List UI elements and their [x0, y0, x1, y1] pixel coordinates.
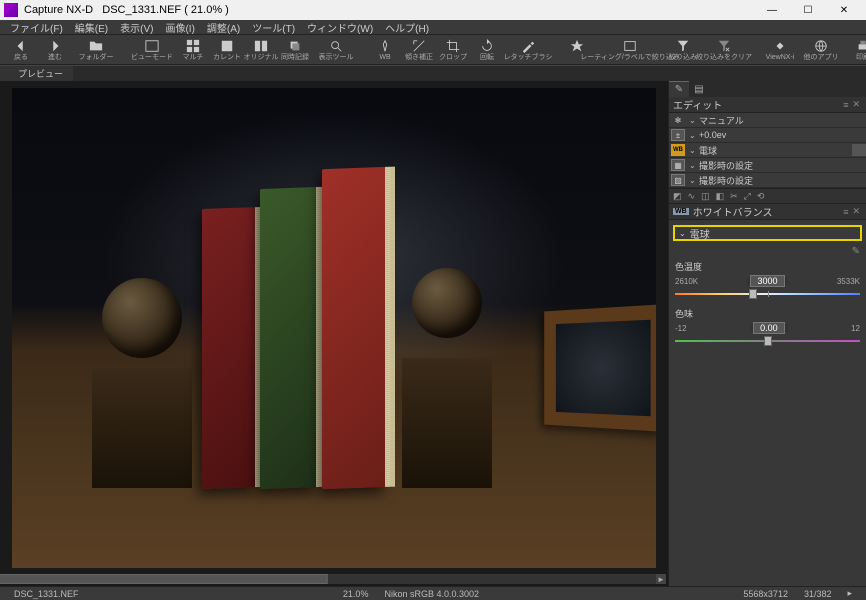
exposure-icon: ± [671, 129, 685, 141]
menu-image[interactable]: 画像(I) [159, 20, 200, 34]
temp-min: 2610K [675, 277, 698, 286]
scroll-thumb[interactable] [0, 574, 327, 584]
temp-value-input[interactable]: 3000 [750, 275, 784, 287]
toolbar: 戻る 進む フォルダー ビューモード マルチ カレント オリジナル 同時記録 表… [0, 35, 866, 65]
original-button[interactable]: オリジナル [244, 36, 278, 64]
rotate-button[interactable]: 回転 [470, 36, 504, 64]
levels-icon[interactable]: ◫ [701, 191, 710, 202]
menu-window[interactable]: ウィンドウ(W) [301, 20, 379, 34]
minimize-button[interactable]: — [754, 0, 790, 20]
horizontal-scrollbar[interactable]: ◄ ► [2, 574, 666, 584]
multi-button[interactable]: マルチ [176, 36, 210, 64]
back-button[interactable]: 戻る [4, 36, 38, 64]
forward-button[interactable]: 進む [38, 36, 72, 64]
wb-panel-menu-icon[interactable]: ≡ [841, 207, 850, 217]
color-temp-group: 色温度 2610K 3000 3533K [669, 260, 866, 307]
image-canvas[interactable] [12, 88, 656, 568]
menu-file[interactable]: ファイル(F) [4, 20, 69, 34]
status-zoom: 21.0% [335, 589, 377, 599]
wb-panel-close-icon[interactable]: ✕ [850, 206, 862, 217]
tint-slider[interactable] [675, 336, 860, 346]
tint-value-input[interactable]: 0.00 [753, 322, 785, 334]
tint-group: 色味 -12 0.00 12 [669, 307, 866, 354]
rating-filter-button[interactable]: レーティング/ラベルで絞り込み [594, 36, 666, 64]
window-title: Capture NX-D DSC_1331.NEF ( 21.0% ) [24, 4, 754, 16]
tint-max: 12 [851, 324, 860, 333]
tint-label: 色味 [675, 307, 860, 320]
status-profile: Nikon sRGB 4.0.0.3002 [376, 589, 487, 599]
wb-preset-dropdown[interactable]: ⌄ 電球 [673, 225, 862, 241]
app-icon [4, 3, 18, 17]
preview-tab[interactable]: プレビュー [8, 66, 73, 81]
display-tool-button[interactable]: 表示ツール [312, 36, 360, 64]
menubar: ファイル(F) 編集(E) 表示(V) 画像(I) 調整(A) ツール(T) ウ… [0, 20, 866, 35]
menu-adjust[interactable]: 調整(A) [201, 20, 246, 34]
tone-icon[interactable]: ◩ [673, 191, 682, 202]
clear-filter-button[interactable]: 絞り込みをクリア [700, 36, 748, 64]
edit-row-shot2[interactable]: ▨⌄ 撮影時の設定 [669, 173, 866, 188]
row-swatch-icon [852, 144, 866, 156]
panel-grip[interactable] [0, 66, 8, 81]
resize-icon[interactable]: ⤢ [744, 191, 751, 202]
window-titlebar: Capture NX-D DSC_1331.NEF ( 21.0% ) — ☐ … [0, 0, 866, 20]
menu-edit[interactable]: 編集(E) [69, 20, 114, 34]
eyedropper-icon[interactable]: ✎ [852, 246, 860, 260]
wb-badge-icon: WB [673, 208, 689, 215]
viewnxi-button[interactable]: ViewNX-i [756, 36, 804, 64]
temp-slider[interactable] [675, 289, 860, 299]
edit-row-manual[interactable]: ✻⌄ マニュアル [669, 113, 866, 128]
right-panel: ✎ ▤ エディット ≡ ✕ ✻⌄ マニュアル ±⌄ +0.0ev WB⌄ 電球 … [668, 81, 866, 586]
lch-icon[interactable]: ◧ [716, 191, 725, 202]
menu-view[interactable]: 表示(V) [114, 20, 159, 34]
status-bar: DSC_1331.NEF 21.0% Nikon sRGB 4.0.0.3002… [0, 586, 866, 600]
panel-menu-icon[interactable]: ≡ [841, 100, 850, 110]
picture-control-icon: ▦ [671, 159, 685, 171]
edit-row-wb[interactable]: WB⌄ 電球 [669, 143, 866, 158]
status-index: 31/382 [796, 589, 840, 599]
image-viewer: ◄ ► [0, 81, 668, 586]
temp-label: 色温度 [675, 260, 860, 273]
crop-button[interactable]: クロップ [436, 36, 470, 64]
wb-button[interactable]: WB [368, 36, 402, 64]
panel-tab-meta-icon[interactable]: ▤ [689, 81, 709, 97]
gear-icon: ✻ [671, 114, 685, 126]
tint-slider-thumb[interactable] [764, 336, 772, 346]
temp-slider-thumb[interactable] [749, 289, 757, 299]
status-filename: DSC_1331.NEF [6, 589, 87, 599]
crop-icon[interactable]: ✂ [730, 191, 738, 202]
adjustment-icon-strip: ◩ ∿ ◫ ◧ ✂ ⤢ ⟲ [669, 188, 866, 204]
noise-reduction-icon: ▨ [671, 174, 685, 186]
preview-tabstrip: プレビュー [0, 65, 866, 81]
filter-button[interactable]: 絞り込み [666, 36, 700, 64]
status-next-icon[interactable]: ▸ [839, 588, 860, 599]
close-button[interactable]: ✕ [826, 0, 862, 20]
edit-panel-header[interactable]: エディット ≡ ✕ [669, 97, 866, 113]
retouch-button[interactable]: レタッチブラシ [504, 36, 552, 64]
viewmode-button[interactable]: ビューモード [128, 36, 176, 64]
straighten-icon[interactable]: ⟲ [757, 191, 765, 202]
panel-tab-edit-icon[interactable]: ✎ [669, 81, 689, 97]
wb-icon: WB [671, 144, 685, 156]
edit-row-shot1[interactable]: ▦⌄ 撮影時の設定 [669, 158, 866, 173]
folder-button[interactable]: フォルダー [72, 36, 120, 64]
status-dimensions: 5568x3712 [735, 589, 796, 599]
current-button[interactable]: カレント [210, 36, 244, 64]
maximize-button[interactable]: ☐ [790, 0, 826, 20]
temp-max: 3533K [837, 277, 860, 286]
edit-row-exposure[interactable]: ±⌄ +0.0ev [669, 128, 866, 143]
chevron-down-icon: ⌄ [679, 229, 686, 238]
curve-icon[interactable]: ∿ [688, 191, 696, 202]
simul-button[interactable]: 同時記録 [278, 36, 312, 64]
panel-close-icon[interactable]: ✕ [850, 99, 862, 110]
menu-tool[interactable]: ツール(T) [246, 20, 301, 34]
menu-help[interactable]: ヘルプ(H) [379, 20, 435, 34]
straighten-button[interactable]: 傾き補正 [402, 36, 436, 64]
other-app-button[interactable]: 他のアプリ [804, 36, 838, 64]
scroll-right-arrow[interactable]: ► [656, 574, 666, 584]
tint-min: -12 [675, 324, 687, 333]
print-button[interactable]: 印刷 [846, 36, 866, 64]
wb-panel-header[interactable]: WB ホワイトバランス ≡ ✕ [669, 204, 866, 220]
